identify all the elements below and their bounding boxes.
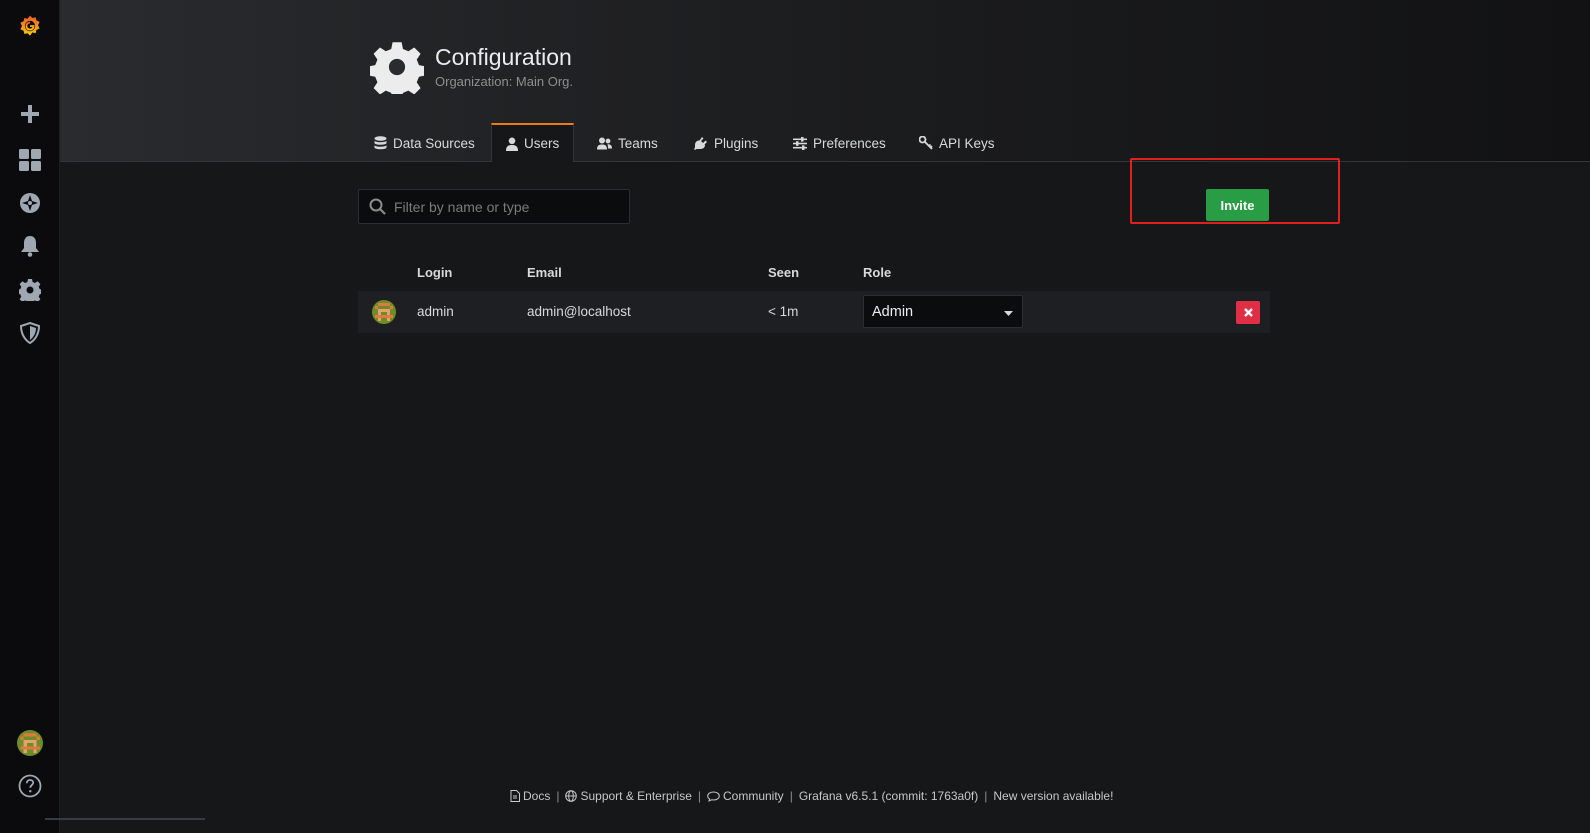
tab-teams[interactable]: Teams xyxy=(583,124,672,162)
footer: Docs | Support & Enterprise | Community … xyxy=(510,789,1113,803)
alerting-bell-icon[interactable] xyxy=(18,234,42,258)
role-value: Admin xyxy=(872,304,914,320)
community-link[interactable]: Community xyxy=(707,789,784,803)
remove-user-button[interactable] xyxy=(1236,301,1260,324)
page-subtitle: Organization: Main Org. xyxy=(435,74,574,89)
column-header-seen: Seen xyxy=(768,265,800,280)
tab-label: Users xyxy=(524,136,560,151)
page-title: Configuration xyxy=(435,44,572,70)
support-label: Support & Enterprise xyxy=(580,789,692,803)
tab-label: Plugins xyxy=(714,135,759,151)
grafana-logo-icon[interactable] xyxy=(18,14,42,38)
docs-link[interactable]: Docs xyxy=(510,789,550,803)
email-cell: admin@localhost xyxy=(527,304,631,319)
login-cell: admin xyxy=(417,304,454,319)
comments-icon xyxy=(707,790,720,802)
footer-separator: | xyxy=(556,789,560,803)
version-text: Grafana v6.5.1 (commit: 1763a0f) xyxy=(798,789,979,803)
dashboards-icon[interactable] xyxy=(18,148,42,172)
users-icon xyxy=(597,137,612,149)
tab-api-keys[interactable]: API Keys xyxy=(905,124,1009,162)
column-header-login: Login xyxy=(417,265,453,280)
community-label: Community xyxy=(723,789,784,803)
server-admin-shield-icon[interactable] xyxy=(18,321,42,345)
tab-users[interactable]: Users xyxy=(491,123,575,162)
new-version-link[interactable]: New version available! xyxy=(993,789,1113,803)
tab-label: Preferences xyxy=(813,135,886,151)
explore-compass-icon[interactable] xyxy=(18,191,42,215)
close-icon xyxy=(1243,308,1253,317)
tab-plugins[interactable]: Plugins xyxy=(680,124,772,162)
table-row: admin admin@localhost < 1m Admin xyxy=(358,291,1270,333)
tab-label: Teams xyxy=(618,135,658,151)
configuration-gear-icon[interactable] xyxy=(18,278,42,302)
search-input[interactable] xyxy=(394,198,614,215)
tab-data-sources[interactable]: Data Sources xyxy=(360,124,489,162)
configuration-gear-icon xyxy=(368,40,426,100)
key-icon xyxy=(919,136,933,150)
sliders-icon xyxy=(793,136,807,150)
sidebar xyxy=(0,0,60,833)
invite-button[interactable]: Invite xyxy=(1206,189,1269,221)
tab-label: API Keys xyxy=(939,135,995,151)
scrollbar[interactable] xyxy=(45,818,205,820)
seen-cell: < 1m xyxy=(768,304,799,319)
support-link[interactable]: Support & Enterprise xyxy=(565,789,692,803)
document-icon xyxy=(510,790,520,802)
user-avatar xyxy=(372,300,396,324)
plus-icon[interactable] xyxy=(18,102,42,126)
plug-icon xyxy=(694,137,707,150)
user-avatar[interactable] xyxy=(17,730,43,756)
column-header-email: Email xyxy=(527,265,562,280)
globe-icon xyxy=(565,790,578,802)
footer-separator: | xyxy=(984,789,988,803)
help-icon[interactable] xyxy=(18,774,42,798)
role-select[interactable]: Admin xyxy=(863,295,1023,328)
filter-field xyxy=(358,189,630,224)
footer-separator: | xyxy=(789,789,793,803)
search-icon xyxy=(369,198,386,215)
docs-label: Docs xyxy=(523,789,551,803)
caret-down-icon xyxy=(1004,311,1013,316)
tab-label: Data Sources xyxy=(393,135,475,151)
user-icon xyxy=(506,137,518,151)
column-header-role: Role xyxy=(863,265,892,280)
tab-preferences[interactable]: Preferences xyxy=(779,124,900,162)
database-icon xyxy=(374,136,387,150)
footer-separator: | xyxy=(697,789,701,803)
